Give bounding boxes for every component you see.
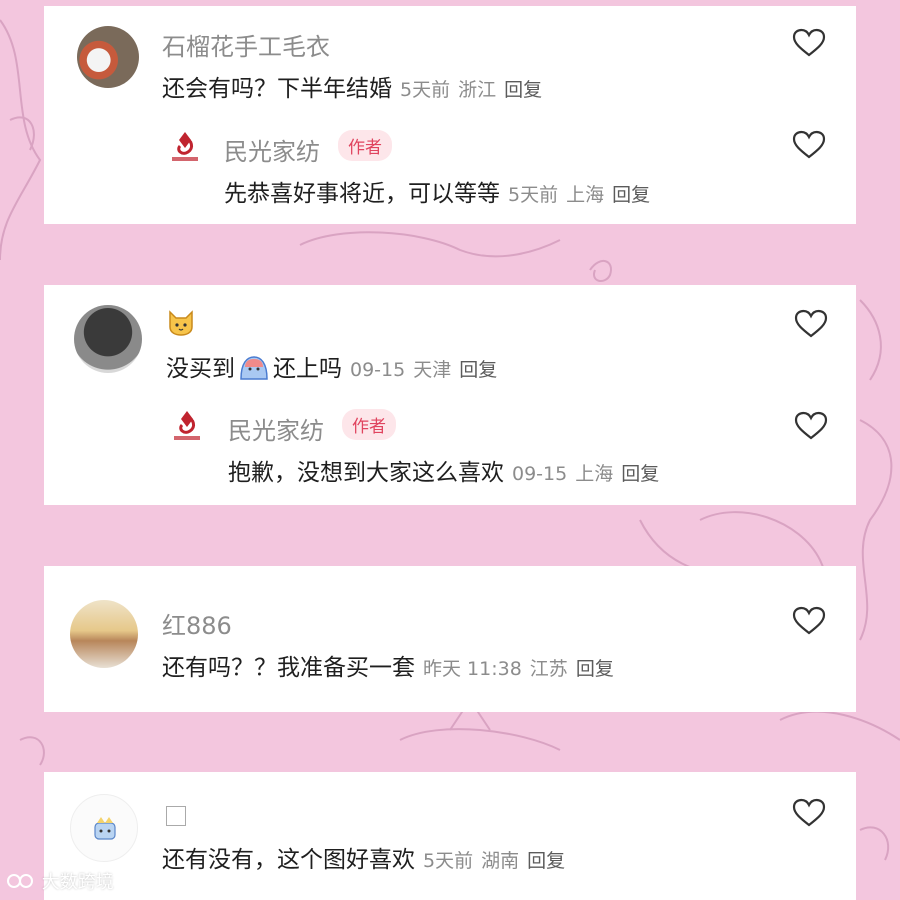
comment-text: 还有没有，这个图好喜欢 5天前 湖南 回复 xyxy=(162,840,573,874)
watermark-logo-icon xyxy=(7,874,33,888)
like-heart-icon[interactable] xyxy=(792,798,826,828)
comment-location: 天津 xyxy=(413,359,452,381)
reply-body: 先恭喜好事将近，可以等等 xyxy=(224,181,500,207)
reply-time: 5天前 xyxy=(508,184,559,206)
comment-card: 还有没有，这个图好喜欢 5天前 湖南 回复 xyxy=(44,772,856,900)
reply-button[interactable]: 回复 xyxy=(527,850,565,872)
user-avatar[interactable] xyxy=(77,26,139,88)
watermark: 大数跨境 xyxy=(6,868,114,894)
comment-text: 还会有吗？下半年结婚 5天前 浙江 回复 xyxy=(162,69,550,103)
comment-time: 09-15 xyxy=(350,359,406,381)
author-badge: 作者 xyxy=(342,409,396,440)
author-username[interactable]: 民光家纺 xyxy=(228,411,324,446)
author-username[interactable]: 民光家纺 xyxy=(224,132,320,167)
like-heart-icon[interactable] xyxy=(792,130,826,160)
reply-body: 抱歉，没想到大家这么喜欢 xyxy=(228,460,504,486)
crying-emoji-icon xyxy=(240,356,268,380)
comment-username[interactable]: 石榴花手工毛衣 xyxy=(162,27,330,62)
user-avatar[interactable] xyxy=(70,600,138,668)
brand-logo-icon xyxy=(172,132,198,161)
author-reply-text: 抱歉，没想到大家这么喜欢 09-15 上海 回复 xyxy=(228,453,667,487)
reply-location: 上海 xyxy=(566,184,605,206)
reply-time: 09-15 xyxy=(512,463,568,485)
comment-card: 没买到 还上吗 09-15 天津 回复 民光家纺 作者 抱歉，没想到大家这么喜欢 09-1… xyxy=(44,285,856,505)
comment-time: 5天前 xyxy=(400,79,451,101)
brand-logo-avatar[interactable] xyxy=(164,405,210,451)
comment-body: 还会有吗？下半年结婚 xyxy=(162,76,392,102)
comment-location: 湖南 xyxy=(481,850,520,872)
watermark-text: 大数跨境 xyxy=(41,872,114,893)
comment-text: 还有吗？？我准备买一套 昨天 11:38 江苏 回复 xyxy=(162,648,622,682)
reply-button[interactable]: 回复 xyxy=(459,359,497,381)
cat-face-icon xyxy=(169,310,193,336)
like-heart-icon[interactable] xyxy=(794,411,828,441)
comment-body: 还有没有，这个图好喜欢 xyxy=(162,847,415,873)
username-placeholder-box xyxy=(166,806,186,826)
brand-logo-avatar[interactable] xyxy=(162,126,208,172)
author-reply-text: 先恭喜好事将近，可以等等 5天前 上海 回复 xyxy=(224,174,658,208)
comment-card: 石榴花手工毛衣 还会有吗？下半年结婚 5天前 浙江 回复 民光家纺 作者 先恭喜好事将… xyxy=(44,6,856,224)
comment-time: 昨天 11:38 xyxy=(423,658,522,680)
comment-card: 红886 还有吗？？我准备买一套 昨天 11:38 江苏 回复 xyxy=(44,566,856,712)
comment-text: 没买到 还上吗 09-15 天津 回复 xyxy=(166,349,505,383)
like-heart-icon[interactable] xyxy=(792,28,826,58)
comment-body: 还有吗？？我准备买一套 xyxy=(162,655,415,681)
cartoon-avatar-icon xyxy=(94,817,116,840)
comment-time: 5天前 xyxy=(423,850,474,872)
like-heart-icon[interactable] xyxy=(792,606,826,636)
reply-button[interactable]: 回复 xyxy=(576,658,614,680)
brand-logo-icon xyxy=(174,411,200,440)
reply-button[interactable]: 回复 xyxy=(504,79,542,101)
comment-location: 江苏 xyxy=(529,658,568,680)
comment-body-after: 还上吗 xyxy=(273,356,342,382)
comment-body-before: 没买到 xyxy=(166,356,235,382)
like-heart-icon[interactable] xyxy=(794,309,828,339)
comment-username[interactable]: 红886 xyxy=(162,606,232,641)
reply-button[interactable]: 回复 xyxy=(621,463,659,485)
user-avatar[interactable] xyxy=(70,794,138,862)
user-avatar[interactable] xyxy=(74,305,142,373)
reply-location: 上海 xyxy=(575,463,614,485)
reply-button[interactable]: 回复 xyxy=(612,184,650,206)
author-badge: 作者 xyxy=(338,130,392,161)
comment-location: 浙江 xyxy=(458,79,497,101)
